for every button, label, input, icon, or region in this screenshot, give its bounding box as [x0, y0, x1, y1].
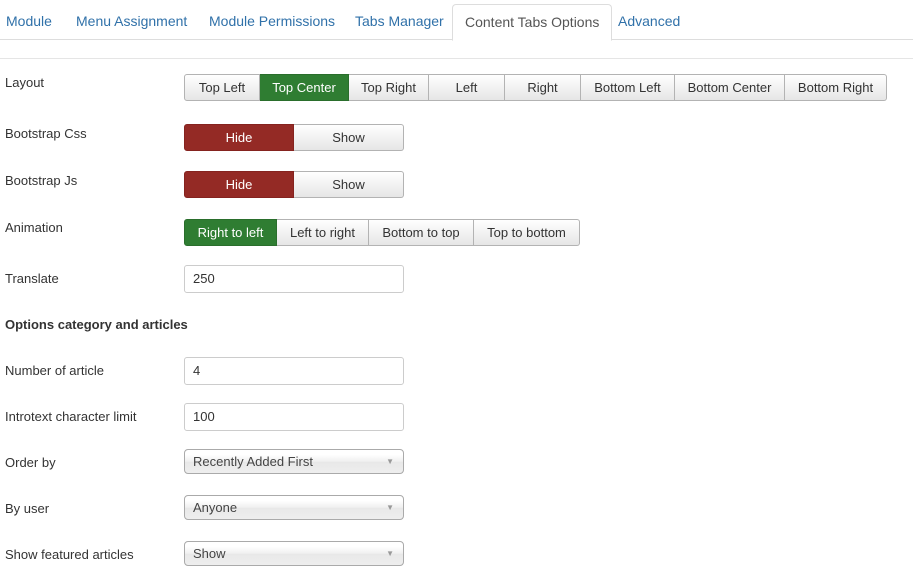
divider: [0, 58, 913, 59]
tab-advanced[interactable]: Advanced: [606, 4, 692, 40]
bootstrap-js-label: Bootstrap Js: [5, 173, 78, 188]
order-by-select[interactable]: Recently Added First ▼: [184, 449, 404, 474]
layout-option-right[interactable]: Right: [505, 74, 581, 101]
number-of-article-input[interactable]: 4: [184, 357, 404, 385]
animation-option-right-to-left[interactable]: Right to left: [184, 219, 277, 246]
tab-menu-assignment[interactable]: Menu Assignment: [64, 4, 199, 40]
bootstrap-css-hide-button[interactable]: Hide: [184, 124, 294, 151]
layout-option-bottom-right[interactable]: Bottom Right: [785, 74, 887, 101]
bootstrap-css-toggle: Hide Show: [184, 124, 404, 151]
layout-option-top-right[interactable]: Top Right: [349, 74, 429, 101]
show-featured-value: Show: [193, 546, 226, 561]
bootstrap-js-hide-button[interactable]: Hide: [184, 171, 294, 198]
translate-label: Translate: [5, 271, 59, 286]
layout-option-left[interactable]: Left: [429, 74, 505, 101]
bootstrap-js-toggle: Hide Show: [184, 171, 404, 198]
layout-option-bottom-left[interactable]: Bottom Left: [581, 74, 675, 101]
animation-label: Animation: [5, 220, 63, 235]
layout-option-bottom-center[interactable]: Bottom Center: [675, 74, 785, 101]
tab-bar: Module Menu Assignment Module Permission…: [0, 0, 913, 41]
translate-input[interactable]: 250: [184, 265, 404, 293]
number-of-article-label: Number of article: [5, 363, 104, 378]
layout-option-top-left[interactable]: Top Left: [184, 74, 260, 101]
tab-module[interactable]: Module: [0, 4, 64, 40]
tab-tabs-manager[interactable]: Tabs Manager: [343, 4, 456, 40]
order-by-label: Order by: [5, 455, 56, 470]
chevron-down-icon: ▼: [386, 457, 394, 466]
animation-button-group: Right to left Left to right Bottom to to…: [184, 219, 580, 246]
layout-label: Layout: [5, 75, 45, 90]
animation-option-left-to-right[interactable]: Left to right: [277, 219, 369, 246]
bootstrap-css-label: Bootstrap Css: [5, 126, 87, 141]
animation-option-bottom-to-top[interactable]: Bottom to top: [369, 219, 474, 246]
by-user-value: Anyone: [193, 500, 238, 515]
chevron-down-icon: ▼: [386, 503, 394, 512]
bootstrap-js-show-button[interactable]: Show: [294, 171, 404, 198]
order-by-value: Recently Added First: [193, 454, 313, 469]
tab-content-tabs-options[interactable]: Content Tabs Options: [452, 4, 613, 41]
layout-option-top-center[interactable]: Top Center: [260, 74, 349, 101]
bootstrap-css-show-button[interactable]: Show: [294, 124, 404, 151]
show-featured-select[interactable]: Show ▼: [184, 541, 404, 566]
show-featured-label: Show featured articles: [5, 547, 134, 562]
introtext-limit-label: Introtext character limit: [5, 409, 137, 424]
animation-option-top-to-bottom[interactable]: Top to bottom: [474, 219, 580, 246]
tab-module-permissions[interactable]: Module Permissions: [197, 4, 347, 40]
by-user-label: By user: [5, 501, 50, 516]
chevron-down-icon: ▼: [386, 549, 394, 558]
introtext-limit-input[interactable]: 100: [184, 403, 404, 431]
section-heading: Options category and articles: [5, 317, 188, 332]
by-user-select[interactable]: Anyone ▼: [184, 495, 404, 520]
layout-button-group: Top Left Top Center Top Right Left Right…: [184, 74, 887, 101]
